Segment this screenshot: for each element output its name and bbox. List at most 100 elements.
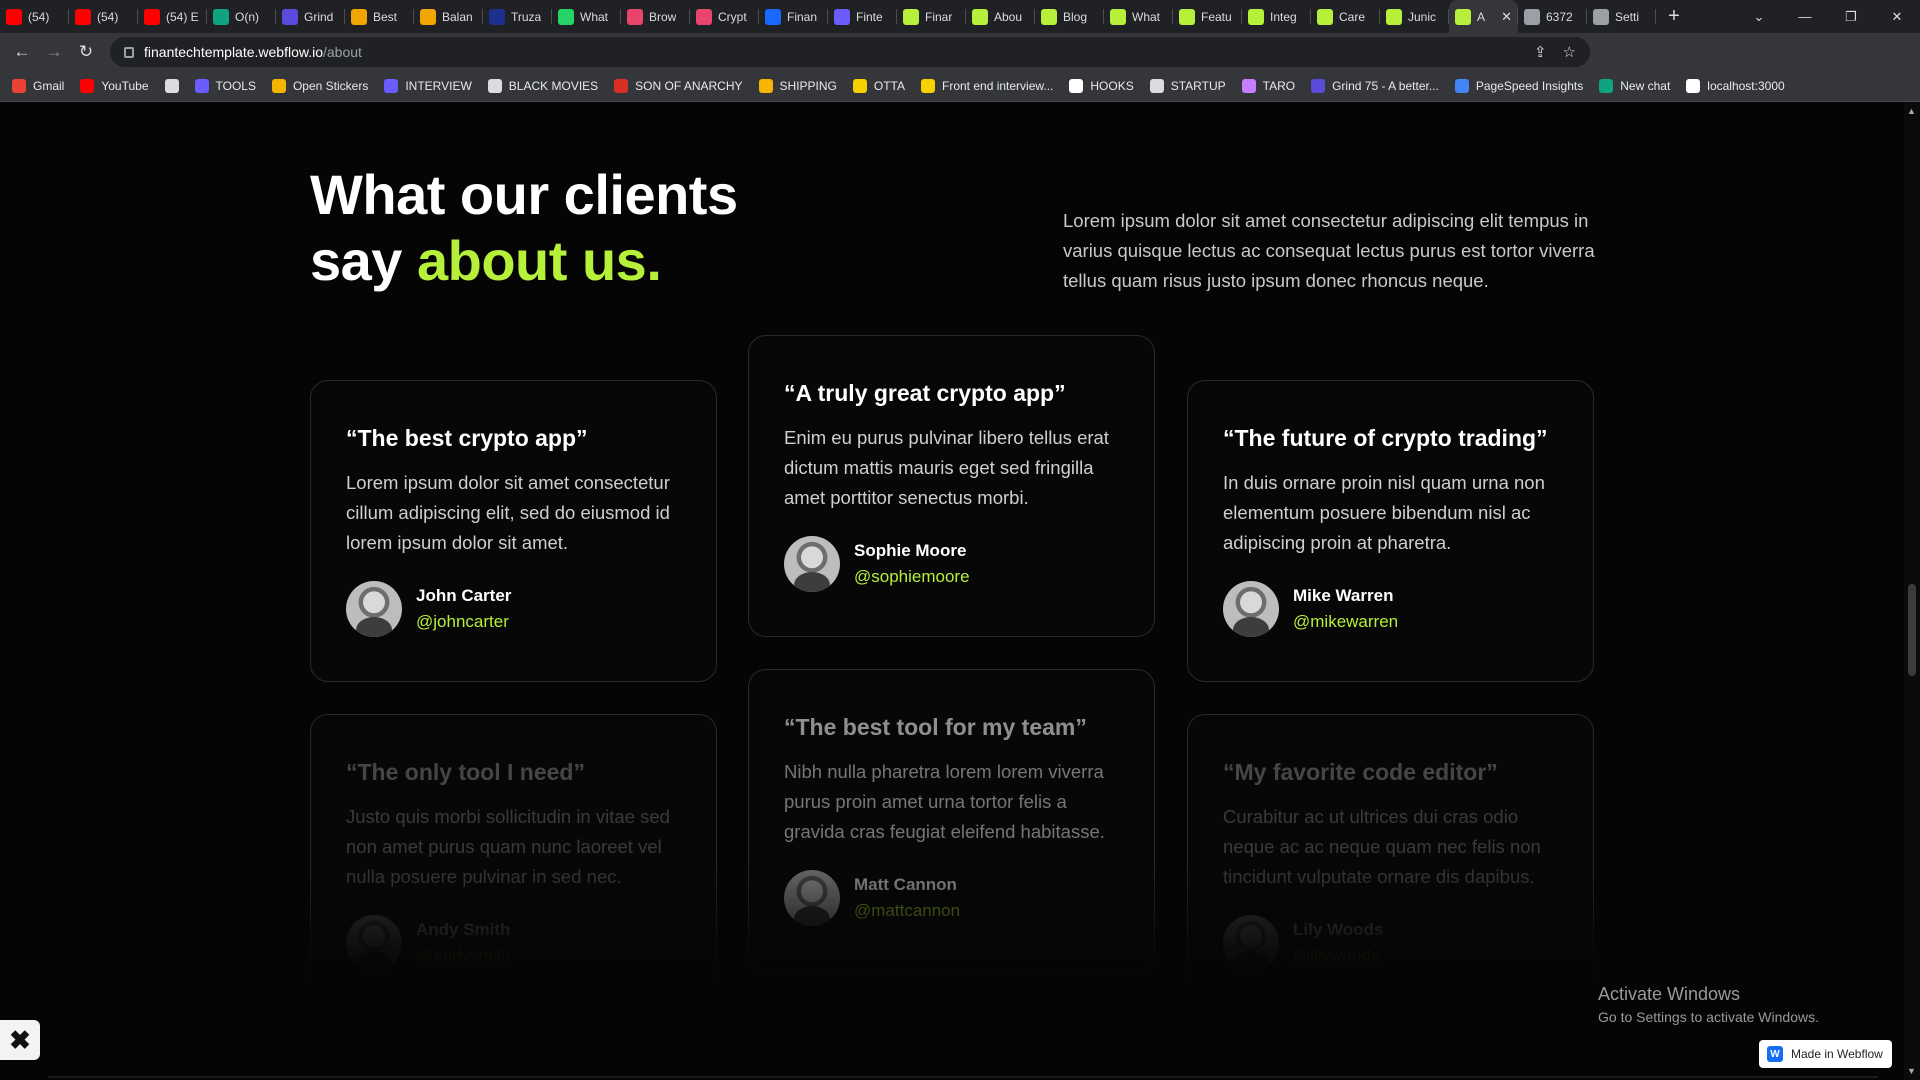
browser-tab[interactable]: (54) E	[138, 0, 207, 33]
leetcode-icon	[351, 8, 367, 25]
browser-tab[interactable]: Grind	[276, 0, 345, 33]
minimize-button[interactable]: —	[1782, 0, 1828, 33]
forward-button[interactable]: →	[38, 36, 70, 68]
browser-tab[interactable]: (54)	[69, 0, 138, 33]
bookmark-label: BLACK MOVIES	[508, 79, 599, 93]
bookmark-label: Grind 75 - A better...	[1332, 79, 1439, 93]
tab-title: (54) E	[166, 9, 199, 24]
browser-tab[interactable]: 6372	[1518, 0, 1587, 33]
author-handle[interactable]: @johncarter	[416, 612, 511, 632]
heading-accent: about us.	[417, 229, 662, 292]
testimonial-card: “The future of crypto trading” In duis or…	[1187, 380, 1594, 682]
bookmark-item[interactable]: SON OF ANARCHY	[614, 79, 743, 93]
watermark-title: Activate Windows	[1598, 984, 1741, 1004]
folder-icon	[1149, 79, 1164, 93]
browser-tab[interactable]: Integ	[1242, 0, 1311, 33]
bookmark-item[interactable]: SHIPPING	[758, 79, 837, 93]
browser-tab[interactable]: Junic	[1380, 0, 1449, 33]
bookmark-item[interactable]: Gmail	[12, 79, 64, 93]
bookmark-item[interactable]: INTERVIEW	[384, 79, 472, 93]
whatsapp-icon	[558, 8, 574, 25]
section-heading: What our clients say about us.	[310, 162, 738, 294]
reload-button[interactable]: ↻	[70, 36, 102, 68]
browser-tab[interactable]: Finte	[828, 0, 897, 33]
restore-button[interactable]: ❐	[1828, 0, 1874, 33]
browser-tab[interactable]: O(n)	[207, 0, 276, 33]
tab-search-button[interactable]: ⌄	[1736, 0, 1782, 33]
grind75-icon	[282, 8, 298, 25]
browser-tab[interactable]: Blog	[1035, 0, 1104, 33]
testimonial-quote: “A truly great crypto app”	[784, 380, 1066, 406]
bookmark-item[interactable]: Grind 75 - A better...	[1311, 79, 1439, 93]
scroll-up-arrow-icon[interactable]: ▲	[1907, 106, 1916, 116]
browser-tab[interactable]: What	[552, 0, 621, 33]
browser-tab[interactable]: (54)	[0, 0, 69, 33]
author-handle[interactable]: @sophiemoore	[854, 567, 970, 587]
browser-tab[interactable]: Truza	[483, 0, 552, 33]
bookmark-label: TOOLS	[215, 79, 256, 93]
browser-tab[interactable]: Featu	[1173, 0, 1242, 33]
browser-tab[interactable]: What	[1104, 0, 1173, 33]
avatar	[784, 536, 840, 592]
scroll-down-arrow-icon[interactable]: ▼	[1907, 1066, 1916, 1076]
scrollbar-thumb[interactable]	[1908, 584, 1916, 676]
browser-tab[interactable]: A ✕	[1449, 0, 1518, 33]
bookmark-item[interactable]: STARTUP	[1149, 79, 1226, 93]
url-path: /about	[323, 44, 362, 60]
dots-icon	[834, 8, 850, 25]
browser-tab[interactable]: Finan	[759, 0, 828, 33]
bookmark-item[interactable]: Front end interview...	[921, 79, 1053, 93]
author-handle[interactable]: @mikewarren	[1293, 612, 1398, 632]
tab-title: 6372	[1546, 9, 1573, 24]
watermark-subtitle: Go to Settings to activate Windows.	[1598, 1009, 1819, 1025]
testimonial-author: John Carter @johncarter	[346, 581, 511, 637]
tab-title: (54)	[97, 9, 119, 24]
share-icon[interactable]: ⇪	[1534, 43, 1547, 61]
tab-title: Best	[373, 9, 398, 24]
address-bar[interactable]: finantechtemplate.webflow.io/about ⇪ ☆	[110, 37, 1590, 67]
close-tab-icon[interactable]: ✕	[1501, 9, 1512, 25]
heading-line-2: say	[310, 229, 417, 292]
testimonial-quote: “My favorite code editor”	[1223, 759, 1498, 785]
browser-tab[interactable]: Balan	[414, 0, 483, 33]
testimonial-body: Nibh nulla pharetra lorem lorem viverra …	[784, 761, 1105, 842]
bookmark-item[interactable]: HOOKS	[1069, 79, 1134, 93]
browser-tab[interactable]: Finar	[897, 0, 966, 33]
browser-tab[interactable]: Abou	[966, 0, 1035, 33]
leetcode-icon	[420, 8, 436, 25]
bookmark-item[interactable]: OTTA	[852, 79, 905, 93]
webflow-template-icon	[1386, 8, 1402, 25]
webflow-logo-icon: W	[1767, 1046, 1783, 1062]
tab-title: Truza	[511, 9, 542, 24]
bookmark-label: Open Stickers	[292, 79, 369, 93]
bookmark-item[interactable]: New chat	[1599, 79, 1670, 93]
toolbar: ← → ↻ finantechtemplate.webflow.io/about…	[0, 33, 1920, 93]
bookmark-item[interactable]	[164, 79, 179, 93]
close-window-button[interactable]: ✕	[1874, 0, 1920, 33]
bookmark-item[interactable]: PageSpeed Insights	[1454, 79, 1583, 93]
bookmark-item[interactable]: BLACK MOVIES	[487, 79, 599, 93]
tab-title: A	[1477, 9, 1486, 24]
browser-tab[interactable]: Crypt	[690, 0, 759, 33]
bookmark-item[interactable]: YouTube	[80, 79, 149, 93]
browser-tab[interactable]: Brow	[621, 0, 690, 33]
made-in-webflow-badge[interactable]: W Made in Webflow	[1759, 1040, 1892, 1068]
bookmark-item[interactable]: Open Stickers	[271, 79, 369, 93]
bookmark-label: YouTube	[101, 79, 149, 93]
page-scrollbar[interactable]: ▲ ▼	[1904, 102, 1920, 1080]
bookmark-item[interactable]: localhost:3000	[1686, 79, 1785, 93]
testimonial-body: In duis ornare proin nisl quam urna non …	[1223, 472, 1545, 553]
tab-title: Featu	[1201, 9, 1232, 24]
youtube-icon	[75, 8, 91, 25]
back-button[interactable]: ←	[6, 36, 38, 68]
bookmark-item[interactable]: TOOLS	[194, 79, 256, 93]
browser-tab[interactable]: Setti	[1587, 0, 1656, 33]
close-overlay-icon[interactable]: ✖	[0, 1020, 40, 1060]
heading-line-1: What our clients	[310, 163, 738, 226]
browser-tab[interactable]: Best	[345, 0, 414, 33]
browser-tab[interactable]: Care	[1311, 0, 1380, 33]
new-tab-button[interactable]: +	[1656, 0, 1692, 33]
bookmark-item[interactable]: TARO	[1241, 79, 1295, 93]
bookmark-star-icon[interactable]: ☆	[1563, 43, 1576, 61]
webflow-template-icon	[1110, 8, 1126, 25]
